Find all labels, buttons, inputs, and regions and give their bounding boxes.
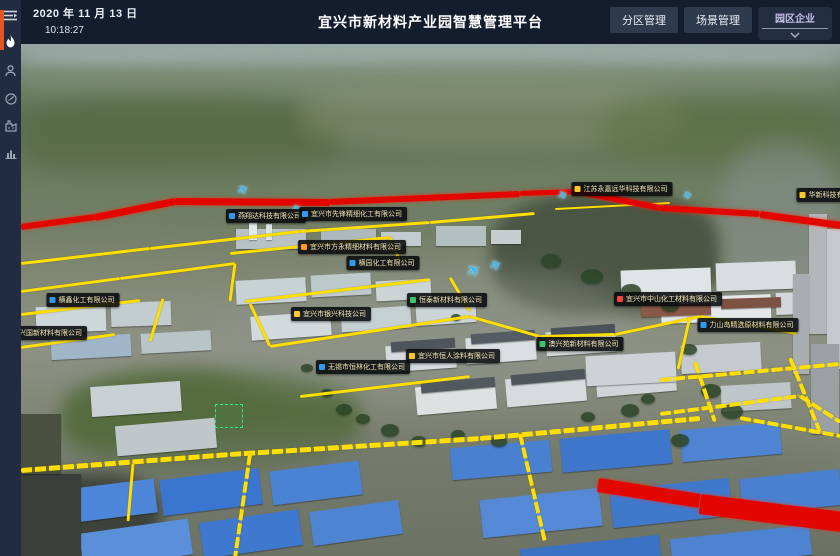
road-segment-yellow	[21, 277, 120, 293]
company-label-text: 无锡市恒林化工有限公司	[328, 362, 405, 372]
company-label-text: 宜兴市方永精细材料有限公司	[310, 242, 401, 252]
selection-box	[215, 404, 243, 428]
menu-icon[interactable]	[0, 4, 21, 26]
app-root: 2020 年 11 月 13 日 10:18:27 宜兴市新材料产业园智慧管理平…	[0, 0, 840, 556]
company-marker-icon	[301, 244, 307, 250]
tree	[301, 364, 313, 372]
company-label[interactable]: 澳兴苑新材料有限公司	[537, 337, 624, 351]
sidebar	[0, 0, 21, 556]
company-marker-icon	[800, 192, 806, 198]
company-marker-icon	[294, 311, 300, 317]
company-label-text: 宜兴市恒人涂料有限公司	[418, 351, 495, 361]
tree	[381, 424, 399, 437]
road-segment-yellow	[120, 262, 235, 280]
building	[491, 230, 521, 244]
company-label-text: 华新科技有限公司	[809, 190, 840, 200]
chevron-down-icon	[790, 30, 800, 38]
company-label[interactable]: 兴国新材料有限公司	[21, 326, 87, 340]
company-label-text: 宜兴市中山化工材料有限公司	[626, 294, 717, 304]
tree	[621, 404, 639, 417]
company-label[interactable]: 横鑫化工有限公司	[47, 293, 120, 307]
company-label[interactable]: 力山岛精选原材料有限公司	[698, 318, 799, 332]
company-label[interactable]: 华新科技有限公司	[797, 188, 840, 202]
company-label-text: 恒泰新材料有限公司	[419, 295, 482, 305]
bar-chart-icon[interactable]	[0, 142, 21, 164]
company-label[interactable]: 横园化工有限公司	[347, 256, 420, 270]
company-label-text: 澳兴苑新材料有限公司	[549, 339, 619, 349]
company-label-text: 横园化工有限公司	[359, 258, 415, 268]
tree	[541, 254, 561, 268]
scene-management-button[interactable]: 场景管理	[684, 7, 752, 33]
company-label[interactable]: 燕翔达科技有限公司	[226, 209, 306, 223]
tree	[641, 394, 655, 404]
company-marker-icon	[410, 297, 416, 303]
company-marker-icon	[540, 341, 546, 347]
company-label-text: 横鑫化工有限公司	[59, 295, 115, 305]
company-label-text: 宜兴市银兴科技公司	[303, 309, 366, 319]
company-marker-icon	[617, 296, 623, 302]
park-enterprise-dropdown[interactable]: 园区企业	[758, 7, 832, 40]
company-marker-icon	[229, 213, 235, 219]
building	[266, 224, 272, 240]
road-segment-yellow	[21, 247, 150, 265]
company-label-text: 兴国新材料有限公司	[21, 328, 82, 338]
dropdown-label: 园区企业	[775, 10, 815, 25]
flame-icon[interactable]	[0, 30, 21, 52]
company-label-text: 力山岛精选原材料有限公司	[710, 320, 794, 330]
company-marker-icon	[302, 211, 308, 217]
user-icon[interactable]	[0, 60, 21, 82]
dropdown-divider	[762, 28, 828, 29]
company-marker-icon	[701, 322, 707, 328]
company-marker-icon	[409, 353, 415, 359]
company-label[interactable]: 宜兴市恒人涂料有限公司	[406, 349, 500, 363]
company-marker-icon	[575, 186, 581, 192]
building	[21, 474, 81, 556]
zone-management-button[interactable]: 分区管理	[610, 7, 678, 33]
company-marker-icon	[319, 364, 325, 370]
road-segment-red	[21, 214, 95, 230]
company-label[interactable]: 宜兴市先锋精细化工有限公司	[299, 207, 407, 221]
company-label[interactable]: 宜兴市中山化工材料有限公司	[614, 292, 722, 306]
tree	[581, 412, 595, 422]
company-marker-icon	[50, 297, 56, 303]
header-actions: 分区管理 场景管理 园区企业	[610, 7, 832, 40]
company-label[interactable]: 宜兴市方永精细材料有限公司	[298, 240, 406, 254]
company-label[interactable]: 江苏永嘉远华科技有限公司	[572, 182, 673, 196]
road-segment-red	[175, 198, 330, 206]
company-label[interactable]: 无锡市恒林化工有限公司	[316, 360, 410, 374]
tree	[581, 269, 603, 284]
building	[716, 261, 797, 292]
building	[721, 297, 781, 309]
company-label[interactable]: 恒泰新材料有限公司	[407, 293, 487, 307]
company-label[interactable]: 宜兴市银兴科技公司	[291, 307, 371, 321]
building	[90, 381, 182, 417]
company-marker-icon	[350, 260, 356, 266]
tree	[671, 434, 689, 447]
map-viewport[interactable]: ✈✈✈✈✈✈ 燕翔达科技有限公司宜兴市先锋精细化工有限公司宜兴市方永精细材料有限…	[21, 44, 840, 556]
company-label-text: 燕翔达科技有限公司	[238, 211, 301, 221]
company-label-text: 宜兴市先锋精细化工有限公司	[311, 209, 402, 219]
company-label-text: 江苏永嘉远华科技有限公司	[584, 184, 668, 194]
factory-icon[interactable]	[0, 115, 21, 137]
building	[809, 214, 827, 334]
building	[436, 226, 486, 246]
gauge-icon[interactable]	[0, 88, 21, 110]
tree	[356, 414, 370, 424]
top-header: 2020 年 11 月 13 日 10:18:27 宜兴市新材料产业园智慧管理平…	[21, 0, 840, 44]
tree	[336, 404, 352, 415]
